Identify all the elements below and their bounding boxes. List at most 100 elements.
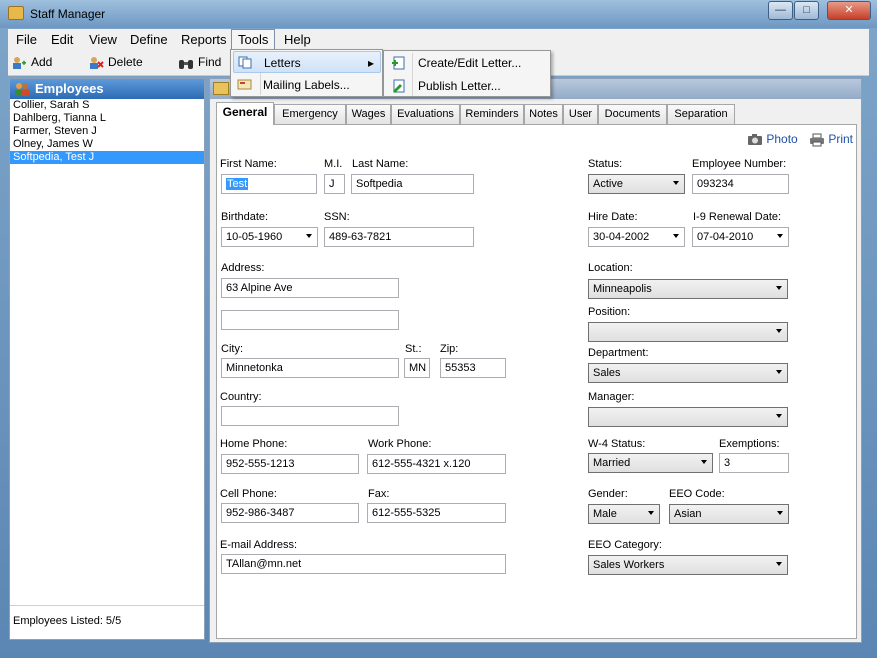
print-button[interactable]: Print [809,132,853,147]
location-select[interactable]: Minneapolis [588,279,788,299]
menu-view[interactable]: View [89,32,117,47]
delete-user-icon [90,56,104,69]
first-name-label: First Name: [220,158,277,170]
photo-button[interactable]: Photo [747,132,798,146]
chevron-down-icon [776,414,782,418]
hire-date-picker[interactable]: 30-04-2002 [588,227,685,247]
ssn-label: SSN: [324,211,350,223]
publish-letter-icon [393,79,405,93]
exemptions-label: Exemptions: [719,438,780,450]
window-title: Staff Manager [30,7,106,21]
employee-item-selected[interactable]: Softpedia, Test J [10,151,204,164]
employees-icon [15,83,29,96]
address-line1-field[interactable]: 63 Alpine Ave [221,278,399,298]
menu-bar: File Edit View Define Reports Tools Help [8,29,869,50]
state-field[interactable]: MN [404,358,430,378]
work-phone-field[interactable]: 612-555-4321 x.120 [367,454,506,474]
tab-evaluations[interactable]: Evaluations [391,104,460,124]
mi-field[interactable]: J [324,174,345,194]
city-field[interactable]: Minnetonka [221,358,399,378]
home-phone-field[interactable]: 952-555-1213 [221,454,359,474]
department-value: Sales [593,367,621,379]
menu-tools[interactable]: Tools [231,29,276,50]
address-line2-field[interactable] [221,310,399,330]
employee-item[interactable]: Olney, James W [10,138,204,151]
i9-renewal-picker[interactable]: 07-04-2010 [692,227,789,247]
hire-date-value: 30-04-2002 [593,231,650,243]
status-label: Status: [588,158,623,170]
i9-renewal-label: I-9 Renewal Date: [693,211,782,223]
employee-item[interactable]: Dahlberg, Tianna L [10,112,204,125]
tab-notes[interactable]: Notes [524,104,563,124]
menu-item-publish-letter[interactable]: Publish Letter... [386,75,549,97]
w4-status-select[interactable]: Married [588,453,713,473]
close-button[interactable]: ✕ [827,1,871,20]
chevron-down-icon [673,181,679,185]
submenu-arrow-icon: ▸ [367,56,374,70]
tab-strip: General Emergency Wages Evaluations Remi… [216,102,856,125]
employees-title: Employees [35,81,104,96]
menu-reports[interactable]: Reports [181,32,227,47]
mailing-labels-label: Mailing Labels... [263,78,350,92]
zip-field[interactable]: 55353 [440,358,506,378]
fax-field[interactable]: 612-555-5325 [367,503,506,523]
tab-general[interactable]: General [216,102,274,125]
folder-app-icon [8,6,24,20]
email-field[interactable]: TAllan@mn.net [221,554,506,574]
manager-label: Manager: [588,391,635,403]
department-select[interactable]: Sales [588,363,788,383]
general-panel: Photo Print First Name: Test M.I. J Last… [216,124,857,639]
tab-reminders[interactable]: Reminders [460,104,524,124]
menu-item-create-edit-letter[interactable]: Create/Edit Letter... [386,52,549,74]
print-label: Print [828,132,854,146]
w4-status-value: Married [593,457,631,469]
delete-label: Delete [108,55,143,69]
menu-define[interactable]: Define [130,32,168,47]
gender-select[interactable]: Male [588,504,660,524]
menu-item-letters[interactable]: Letters ▸ [233,51,381,73]
delete-button[interactable]: Delete [88,54,143,72]
chevron-down-icon [776,329,782,333]
menu-file[interactable]: File [16,32,37,47]
country-field[interactable] [221,406,399,426]
work-phone-label: Work Phone: [368,438,432,450]
create-letter-icon [392,56,405,70]
mailing-labels-icon [237,79,252,90]
location-label: Location: [588,262,633,274]
tab-wages[interactable]: Wages [346,104,391,124]
last-name-label: Last Name: [352,158,409,170]
gender-value: Male [593,508,617,520]
exemptions-field[interactable]: 3 [719,453,789,473]
cell-phone-field[interactable]: 952-986-3487 [221,503,359,523]
manager-select[interactable] [588,407,788,427]
employees-count: Employees Listed: 5/5 [10,605,204,639]
find-button[interactable]: Find [178,54,221,72]
employee-number-field[interactable]: 093234 [692,174,789,194]
employee-item[interactable]: Collier, Sarah S [10,99,204,112]
eeo-category-select[interactable]: Sales Workers [588,555,788,575]
menu-help[interactable]: Help [284,32,311,47]
last-name-field[interactable]: Softpedia [351,174,474,194]
menu-edit[interactable]: Edit [51,32,73,47]
first-name-field[interactable]: Test [221,174,317,194]
status-select[interactable]: Active [588,174,685,194]
tab-emergency[interactable]: Emergency [274,104,346,124]
position-label: Position: [588,306,631,318]
add-button[interactable]: Add [11,54,52,72]
eeo-code-select[interactable]: Asian [669,504,789,524]
position-select[interactable] [588,322,788,342]
maximize-button[interactable]: □ [794,1,819,20]
tab-user[interactable]: User [563,104,598,124]
birthdate-picker[interactable]: 10-05-1960 [221,227,318,247]
menu-item-mailing-labels[interactable]: Mailing Labels... [233,74,381,96]
zip-label: Zip: [440,343,459,355]
eeo-code-value: Asian [674,508,702,520]
minimize-button[interactable]: — [768,1,793,20]
tab-documents[interactable]: Documents [598,104,667,124]
letters-icon [238,56,252,69]
eeo-category-value: Sales Workers [593,559,665,571]
department-label: Department: [588,347,649,359]
ssn-field[interactable]: 489-63-7821 [324,227,474,247]
tab-separation[interactable]: Separation [667,104,735,124]
employee-item[interactable]: Farmer, Steven J [10,125,204,138]
